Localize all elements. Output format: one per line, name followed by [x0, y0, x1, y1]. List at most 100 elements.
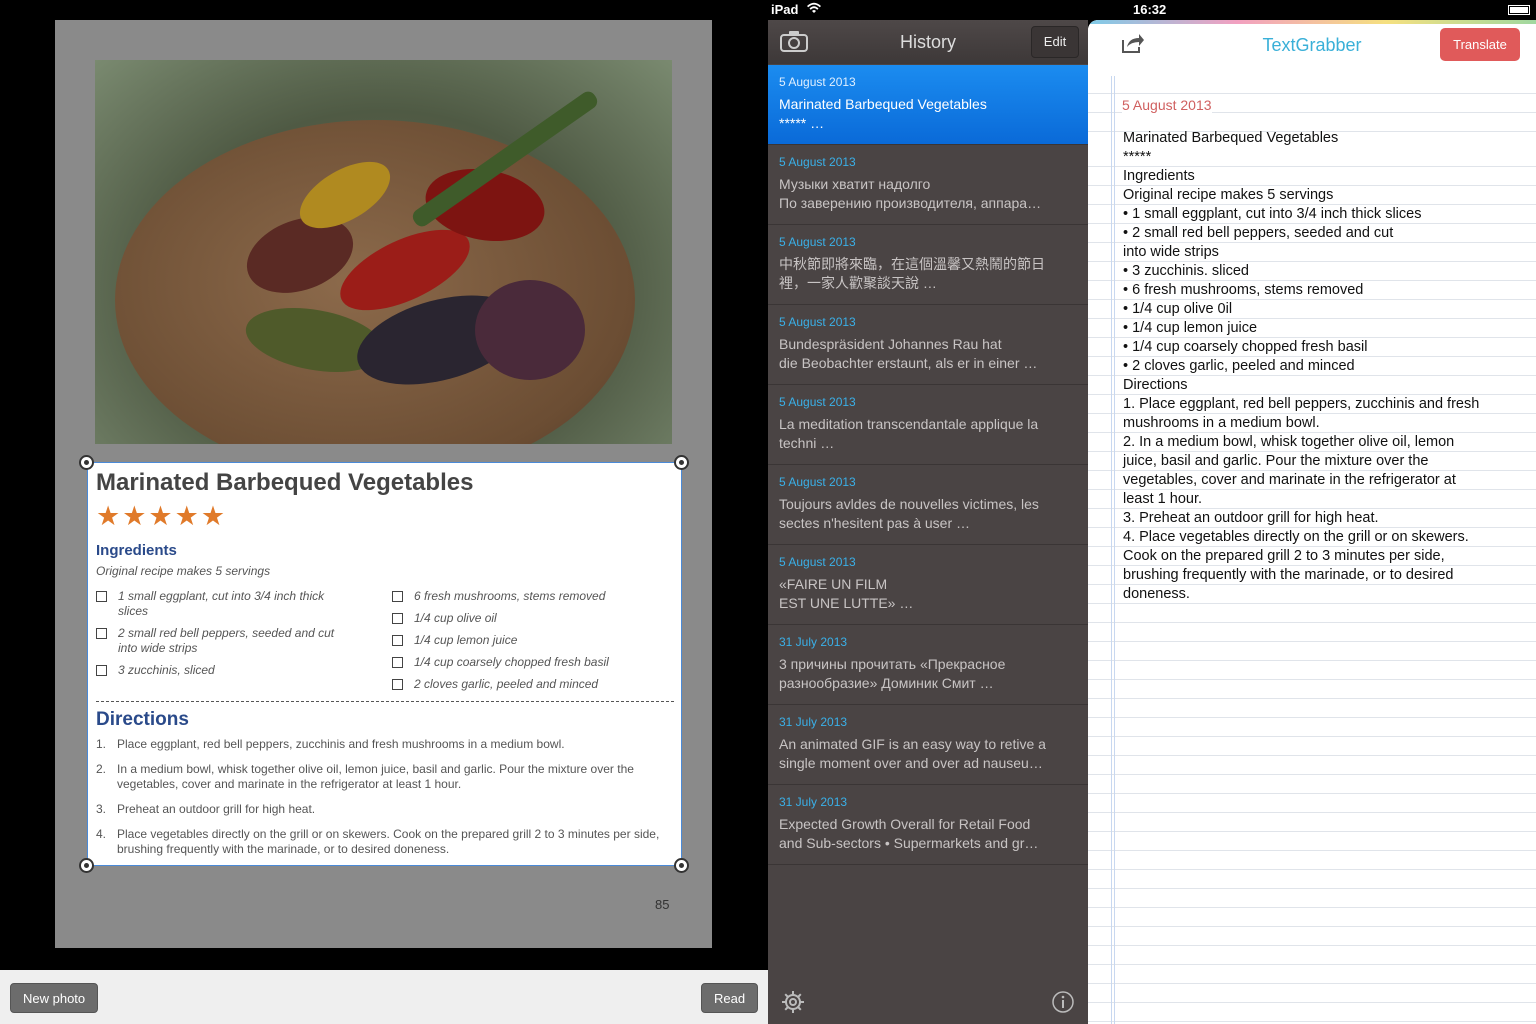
history-line-2: sectes n'hesitent pas à user …: [779, 515, 970, 531]
history-list: 5 August 2013 Marinated Barbequed Vegetab…: [768, 65, 1088, 865]
text-line: • 1/4 cup lemon juice: [1123, 320, 1258, 336]
step-text: Place vegetables directly on the grill o…: [117, 827, 660, 856]
history-line-1: Toujours avldes de nouvelles victimes, l…: [779, 496, 1039, 512]
text-line: 2. In a medium bowl, whisk together oliv…: [1123, 434, 1455, 450]
text-line: juice, basil and garlic. Pour the mixtur…: [1123, 453, 1429, 469]
text-line: 1. Place eggplant, red bell peppers, zuc…: [1123, 396, 1480, 412]
history-date: 31 July 2013: [779, 795, 848, 809]
history-item[interactable]: 5 August 2013 «FAIRE UN FILM EST UNE LUTTE…: [768, 545, 1088, 625]
history-line-2: ***** …: [779, 115, 825, 131]
text-line: mushrooms in a medium bowl.: [1123, 415, 1320, 431]
history-line-2: single moment over and over ad nauseu…: [779, 755, 1043, 771]
crop-selection-area[interactable]: Marinated Barbequed Vegetables ★★★★★ Ing…: [87, 462, 682, 866]
history-item[interactable]: 5 August 2013 Bundespräsident Johannes Ra…: [768, 305, 1088, 385]
rating-stars: ★★★★★: [96, 501, 228, 531]
history-line-1: Музыки хватит надолго: [779, 176, 931, 192]
history-line-2: EST UNE LUTTE» …: [779, 595, 914, 611]
text-line: • 1/4 cup coarsely chopped fresh basil: [1123, 339, 1368, 355]
step-text: In a medium bowl, whisk together olive o…: [117, 762, 634, 791]
step-number: 2.: [96, 762, 107, 776]
text-line: Original recipe makes 5 servings: [1123, 187, 1334, 203]
edit-button[interactable]: Edit: [1031, 26, 1079, 58]
text-line: • 3 zucchinis. sliced: [1123, 263, 1249, 279]
history-item[interactable]: 5 August 2013 Музыки хватит надолго По зав…: [768, 145, 1088, 225]
history-date: 31 July 2013: [779, 635, 848, 649]
note-date: 5 August 2013: [1122, 97, 1212, 113]
history-line-1: La meditation transcendantale applique l…: [779, 416, 1039, 432]
gear-icon[interactable]: [781, 990, 805, 1014]
history-line-1: 3 причины прочитать «Прекрасное: [779, 656, 1006, 672]
ingredient-item: 1/4 cup coarsely chopped fresh basil: [392, 655, 662, 670]
text-line: • 6 fresh mushrooms, stems removed: [1123, 282, 1364, 298]
history-line-2: techni …: [779, 435, 835, 451]
text-result-panel: TextGrabber Translate 5 August 2013 Mari…: [1088, 20, 1536, 1024]
recognized-text[interactable]: Marinated Barbequed Vegetables ***** Ing…: [1123, 129, 1523, 604]
history-line-1: An animated GIF is an easy way to retive…: [779, 736, 1046, 752]
history-line-1: Bundespräsident Johannes Rau hat: [779, 336, 1002, 352]
text-line: *****: [1123, 149, 1152, 165]
text-line: into wide strips: [1123, 244, 1219, 260]
text-line: brushing frequently with the marinade, o…: [1123, 567, 1454, 583]
crop-handle-bottom-right[interactable]: [674, 858, 689, 873]
history-line-2: 裡，一家人歡聚談天說 …: [779, 275, 937, 291]
new-photo-button[interactable]: New photo: [10, 983, 99, 1013]
crop-handle-top-right[interactable]: [674, 455, 689, 470]
history-item[interactable]: 31 July 2013 An animated GIF is an easy w…: [768, 705, 1088, 785]
history-date: 5 August 2013: [779, 395, 856, 409]
ingredients-column-2: 6 fresh mushrooms, stems removed 1/4 cup…: [392, 589, 662, 699]
crop-handle-bottom-left[interactable]: [79, 858, 94, 873]
history-item[interactable]: 31 July 2013 3 причины прочитать «Прекрас…: [768, 625, 1088, 705]
page-number: 85: [655, 897, 670, 912]
step-number: 1.: [96, 737, 107, 751]
status-bar: iPad 16:32: [768, 0, 1536, 20]
history-panel: History Edit 5 August 2013 Marinated Barb…: [768, 20, 1088, 1024]
text-line: 4. Place vegetables directly on the gril…: [1123, 529, 1469, 545]
bottom-toolbar: New photo Read: [0, 970, 768, 1024]
wifi-icon: [806, 1, 822, 18]
history-line-2: По заверению производителя, аппара…: [779, 195, 1042, 211]
carrier-label: iPad: [771, 2, 799, 17]
text-line: • 2 cloves garlic, peeled and minced: [1123, 358, 1355, 374]
history-date: 31 July 2013: [779, 715, 848, 729]
translate-button[interactable]: Translate: [1440, 28, 1520, 61]
direction-step: 2. In a medium bowl, whisk together olive…: [96, 762, 676, 792]
history-line-2: and Sub-sectors • Supermarkets and gr…: [779, 835, 1039, 851]
history-line-1: 中秋節即將來臨，在這個溫馨又熱鬧的節日: [779, 256, 1045, 272]
history-header: History Edit: [768, 20, 1088, 64]
text-line: • 2 small red bell peppers, seeded and c…: [1123, 225, 1394, 241]
text-line: Marinated Barbequed Vegetables: [1123, 130, 1339, 146]
history-date: 5 August 2013: [779, 555, 856, 569]
history-item[interactable]: 5 August 2013 La meditation transcendanta…: [768, 385, 1088, 465]
history-date: 5 August 2013: [779, 155, 856, 169]
read-button[interactable]: Read: [701, 983, 759, 1013]
direction-step: 4. Place vegetables directly on the grill…: [96, 827, 676, 857]
ingredients-column-1: 1 small eggplant, cut into 3/4 inch thic…: [96, 589, 356, 685]
ingredient-item: 2 cloves garlic, peeled and minced: [392, 677, 662, 692]
history-date: 5 August 2013: [779, 75, 856, 89]
history-item[interactable]: 5 August 2013 Marinated Barbequed Vegetab…: [768, 65, 1088, 145]
history-item[interactable]: 5 August 2013 中秋節即將來臨，在這個溫馨又熱鬧的節日 裡，一家人歡聚談…: [768, 225, 1088, 305]
info-icon[interactable]: [1051, 990, 1075, 1014]
directions-list: 1. Place eggplant, red bell peppers, zucc…: [96, 737, 676, 867]
history-line-1: Marinated Barbequed Vegetables: [779, 96, 987, 112]
step-number: 3.: [96, 802, 107, 816]
step-text: Place eggplant, red bell peppers, zucchi…: [117, 737, 565, 751]
ingredient-item: 1/4 cup lemon juice: [392, 633, 662, 648]
recipe-title: Marinated Barbequed Vegetables: [96, 469, 474, 496]
history-item[interactable]: 31 July 2013 Expected Growth Overall for …: [768, 785, 1088, 865]
history-line-1: Expected Growth Overall for Retail Food: [779, 816, 1031, 832]
history-date: 5 August 2013: [779, 315, 856, 329]
text-line: Directions: [1123, 377, 1188, 393]
recipe-photo: [95, 60, 672, 444]
direction-step: 1. Place eggplant, red bell peppers, zucc…: [96, 737, 676, 752]
text-line: vegetables, cover and marinate in the re…: [1123, 472, 1456, 488]
crop-handle-top-left[interactable]: [79, 455, 94, 470]
text-line: Ingredients: [1123, 168, 1195, 184]
ingredients-heading: Ingredients: [96, 542, 177, 559]
note-header: TextGrabber Translate: [1088, 20, 1536, 76]
text-line: 3. Preheat an outdoor grill for high hea…: [1123, 510, 1379, 526]
history-date: 5 August 2013: [779, 235, 856, 249]
ingredient-item: 1 small eggplant, cut into 3/4 inch thic…: [96, 589, 356, 619]
text-line: least 1 hour.: [1123, 491, 1202, 507]
history-item[interactable]: 5 August 2013 Toujours avldes de nouvelle…: [768, 465, 1088, 545]
